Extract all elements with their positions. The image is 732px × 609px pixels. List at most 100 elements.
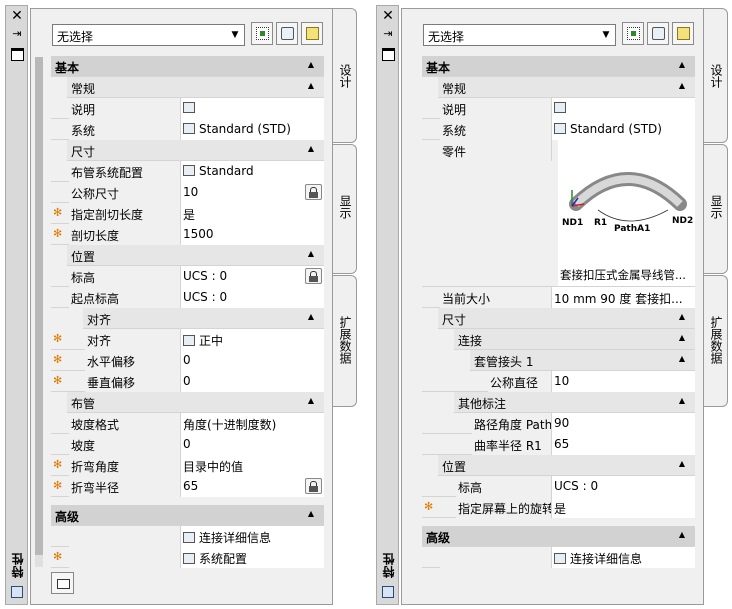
property-value[interactable]: 是 — [552, 497, 695, 518]
property-value[interactable]: 0 — [181, 434, 324, 455]
property-value[interactable]: 10 — [181, 182, 324, 203]
tab-extended-data[interactable]: 扩展数据 — [704, 275, 728, 407]
auto-hide-icon[interactable]: ⇥ — [10, 27, 24, 41]
category-row[interactable]: 位置 ▲ — [438, 455, 695, 476]
category-row[interactable]: 基本 ▲ — [422, 56, 695, 77]
category-row[interactable]: 其他标注 ▲ — [454, 392, 695, 413]
property-value[interactable]: 连接详细信息 — [552, 547, 695, 568]
close-icon[interactable]: ✕ — [10, 9, 24, 23]
collapse-caret-icon[interactable]: ▲ — [308, 60, 314, 69]
property-name: 折弯半径 — [69, 476, 181, 497]
quick-select-button[interactable] — [301, 22, 323, 45]
collapse-caret-icon[interactable]: ▲ — [308, 81, 314, 90]
property-name: 指定屏幕上的旋转 — [456, 497, 552, 518]
collapse-caret-icon[interactable]: ▲ — [679, 396, 685, 405]
palette-settings-icon[interactable] — [382, 586, 394, 598]
toolbar: 无选择 ▼ — [402, 9, 703, 55]
tab-design[interactable]: 设计 — [333, 8, 357, 143]
tab-display[interactable]: 显示 — [333, 144, 357, 274]
collapse-caret-icon[interactable]: ▲ — [679, 354, 685, 363]
tab-design[interactable]: 设计 — [704, 8, 728, 143]
palette-settings-icon[interactable] — [11, 586, 23, 598]
auto-hide-icon[interactable]: ⇥ — [381, 27, 395, 41]
property-value[interactable]: 是 — [181, 203, 324, 224]
category-label: 其他标注 — [458, 397, 507, 411]
property-name: 坡度 — [69, 434, 181, 455]
collapse-caret-icon[interactable]: ▲ — [679, 333, 685, 342]
property-value[interactable]: Standard — [181, 161, 324, 182]
property-value[interactable] — [181, 98, 324, 119]
property-value[interactable]: UCS : 0 — [181, 287, 324, 308]
property-value-text: 目录中的值 — [183, 460, 244, 474]
property-value[interactable]: 连接详细信息 — [181, 526, 324, 547]
category-row[interactable]: 对齐 ▲ — [83, 308, 324, 329]
category-row[interactable]: 套管接头 1 ▲ — [470, 350, 695, 371]
collapse-caret-icon[interactable]: ▲ — [308, 249, 314, 258]
scrollbar-thumb[interactable] — [35, 57, 43, 555]
property-value[interactable]: 系统配置 — [181, 547, 324, 568]
close-icon[interactable]: ✕ — [381, 9, 395, 23]
property-value[interactable]: 1500 — [181, 224, 324, 245]
category-row[interactable]: 连接 ▲ — [454, 329, 695, 350]
category-row[interactable]: 高级 ▲ — [422, 526, 695, 547]
category-row[interactable]: 位置 ▲ — [67, 245, 324, 266]
property-value[interactable]: Standard (STD) — [552, 119, 695, 140]
tab-extended-data[interactable]: 扩展数据 — [333, 275, 357, 407]
property-value[interactable]: 正中 — [181, 329, 324, 350]
selection-dropdown[interactable]: 无选择 ▼ — [52, 24, 245, 46]
category-row[interactable]: 常规 ▲ — [67, 77, 324, 98]
property-value[interactable]: 90 — [552, 413, 695, 434]
property-value[interactable]: UCS : 0 — [181, 266, 324, 287]
category-label: 位置 — [71, 250, 96, 264]
collapse-caret-icon[interactable]: ▲ — [679, 530, 685, 539]
property-value[interactable]: 10 — [552, 371, 695, 392]
collapse-caret-icon[interactable]: ▲ — [679, 459, 685, 468]
property-value-text: 0 — [183, 437, 191, 451]
category-row[interactable]: 高级 ▲ — [51, 505, 324, 526]
collapse-caret-icon[interactable]: ▲ — [308, 312, 314, 321]
category-row[interactable]: 尺寸 ▲ — [438, 308, 695, 329]
category-row[interactable]: 尺寸 ▲ — [67, 140, 324, 161]
property-value[interactable]: 角度(十进制度数) — [181, 413, 324, 434]
toggle-pickadd-button[interactable] — [622, 22, 644, 45]
property-value[interactable]: 0 — [181, 371, 324, 392]
palette-menu-icon[interactable] — [381, 46, 395, 61]
property-name: 当前大小 — [440, 287, 552, 308]
lock-icon[interactable] — [305, 268, 322, 284]
selection-dropdown[interactable]: 无选择 ▼ — [423, 24, 616, 46]
property-value[interactable]: UCS : 0 — [552, 476, 695, 497]
quick-select-button[interactable] — [672, 22, 694, 45]
lock-icon[interactable] — [305, 478, 322, 494]
collapse-caret-icon[interactable]: ▲ — [679, 81, 685, 90]
select-objects-button[interactable] — [276, 22, 298, 45]
lock-icon[interactable] — [305, 184, 322, 200]
collapse-caret-icon[interactable]: ▲ — [308, 144, 314, 153]
collapse-caret-icon[interactable]: ▲ — [308, 509, 314, 518]
select-objects-button[interactable] — [647, 22, 669, 45]
property-value[interactable]: 10 mm 90 度 套接扣... — [552, 287, 695, 308]
vertical-scrollbar[interactable] — [35, 57, 43, 567]
property-value[interactable]: Standard (STD) — [181, 119, 324, 140]
category-row[interactable]: 基本 ▲ — [51, 56, 324, 77]
tab-display[interactable]: 显示 — [704, 144, 728, 274]
category-row[interactable]: 布管 ▲ — [67, 392, 324, 413]
grid-spacer — [51, 497, 324, 505]
property-value[interactable]: 0 — [181, 350, 324, 371]
collapse-caret-icon[interactable]: ▲ — [679, 60, 685, 69]
keyboard-icon[interactable] — [51, 572, 74, 594]
toggle-pickadd-button[interactable] — [251, 22, 273, 45]
chevron-down-icon: ▼ — [231, 30, 239, 40]
property-value[interactable]: 65 — [552, 434, 695, 455]
modified-asterisk-icon: ✻ — [53, 458, 63, 471]
property-name: 指定剖切长度 — [69, 203, 181, 224]
properties-panel: 无选择 ▼ 基本 ▲ 常规 ▲ 说明 系统 Standard (STD) 零件 ND1 R1 Pat… — [401, 8, 704, 605]
property-value[interactable]: 目录中的值 — [181, 455, 324, 476]
collapse-caret-icon[interactable]: ▲ — [679, 312, 685, 321]
property-row: 连接详细信息 — [51, 526, 324, 547]
palette-menu-icon[interactable] — [10, 46, 24, 61]
collapse-caret-icon[interactable]: ▲ — [308, 396, 314, 405]
property-row: ✻ 指定屏幕上的旋转是 — [422, 497, 695, 518]
property-value[interactable]: 65 — [181, 476, 324, 497]
property-value[interactable] — [552, 98, 695, 119]
category-row[interactable]: 常规 ▲ — [438, 77, 695, 98]
